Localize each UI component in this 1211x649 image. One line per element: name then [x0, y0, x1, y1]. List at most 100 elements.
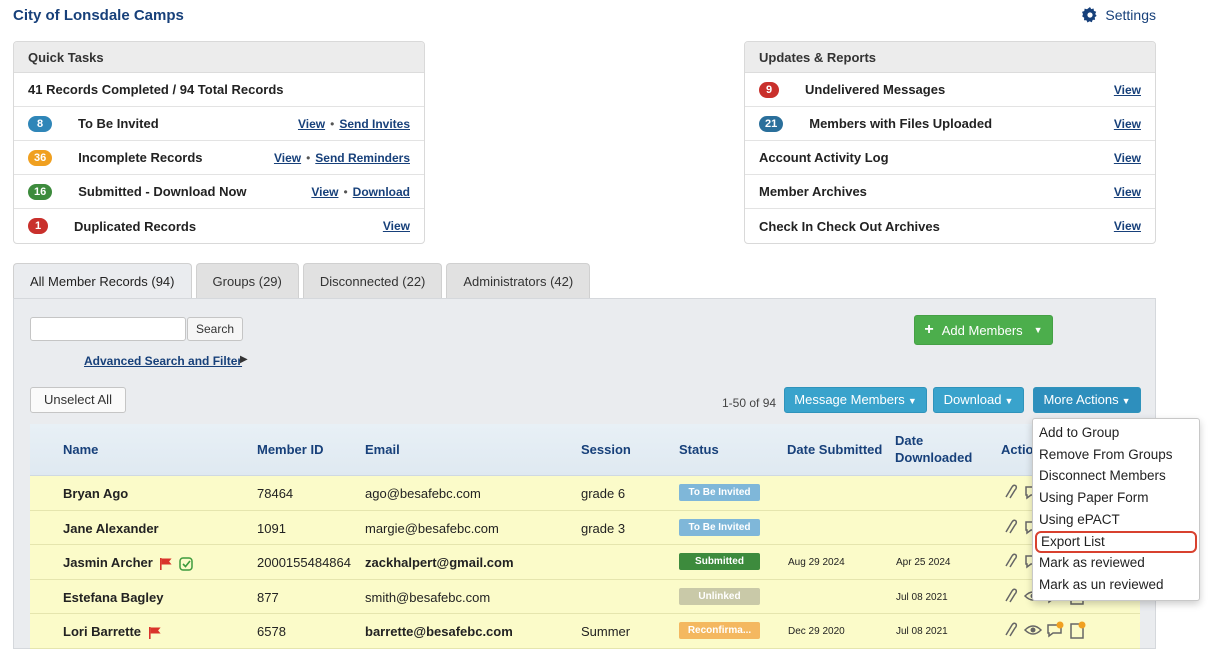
col-actions: Actio	[1001, 442, 1034, 457]
member-id: 877	[257, 589, 279, 605]
member-id: 78464	[257, 486, 294, 501]
view-link[interactable]: View	[1114, 219, 1141, 233]
download-button[interactable]: Download ▼	[933, 387, 1024, 413]
add-members-button[interactable]: + Add Members ▼	[914, 315, 1053, 345]
table-row[interactable]: Lori Barrette 6578 barrette@besafebc.com…	[30, 614, 1140, 649]
member-email: margie@besafebc.com	[365, 520, 499, 536]
menu-item-export-list[interactable]: Export List	[1035, 531, 1197, 554]
member-id: 1091	[257, 520, 286, 536]
table-row[interactable]: Jane Alexander 1091 margie@besafebc.com …	[30, 510, 1140, 545]
advanced-search-link[interactable]: Advanced Search and Filter	[84, 354, 242, 368]
search-input[interactable]	[30, 317, 186, 341]
tab-all-member-records[interactable]: All Member Records (94)	[13, 263, 192, 299]
status-badge: To Be Invited	[679, 484, 760, 501]
eye-icon[interactable]	[1023, 620, 1043, 640]
more-actions-button[interactable]: More Actions ▼	[1033, 387, 1141, 413]
status-badge: Unlinked	[679, 587, 760, 605]
member-name[interactable]: Lori Barrette	[63, 624, 141, 639]
settings-link[interactable]: Settings	[1082, 7, 1156, 23]
menu-item-mark-as-un-reviewed[interactable]: Mark as un reviewed	[1033, 575, 1199, 597]
menu-item-disconnect-members[interactable]: Disconnect Members	[1033, 466, 1199, 488]
report-row: 21 Members with Files Uploaded View	[745, 107, 1155, 141]
message-members-label: Message Members	[794, 392, 905, 407]
table-row[interactable]: Jasmin Archer 2000155484864 zackhalpert@…	[30, 545, 1140, 580]
date-downloaded: Apr 25 2024	[896, 557, 951, 568]
send-invites-link[interactable]: Send Invites	[339, 117, 410, 131]
quick-task-row: 16 Submitted - Download Now View • Downloa…	[14, 175, 424, 209]
col-email[interactable]: Email	[365, 442, 400, 457]
count-badge: 8	[28, 115, 52, 132]
quick-tasks-panel: Quick Tasks 41 Records Completed / 94 To…	[13, 41, 425, 244]
report-row: Member Archives View	[745, 175, 1155, 209]
quick-task-label: Submitted - Download Now	[78, 184, 247, 199]
triangle-right-icon: ▶	[240, 354, 248, 365]
paperclip-icon[interactable]	[1001, 586, 1021, 606]
flag-icon	[148, 626, 161, 639]
col-name[interactable]: Name	[63, 442, 98, 457]
clipboard-icon[interactable]	[1067, 620, 1087, 640]
updates-reports-title: Updates & Reports	[745, 42, 1155, 73]
paperclip-icon[interactable]	[1001, 620, 1021, 640]
download-label: Download	[943, 392, 1002, 407]
member-name[interactable]: Estefana Bagley	[63, 590, 163, 605]
col-member-id[interactable]: Member ID	[257, 442, 323, 457]
col-status[interactable]: Status	[679, 442, 719, 457]
menu-item-mark-as-reviewed[interactable]: Mark as reviewed	[1033, 553, 1199, 575]
add-members-label: Add Members	[941, 322, 1023, 338]
caret-down-icon: ▼	[1121, 396, 1131, 406]
table-row[interactable]: Estefana Bagley 877 smith@besafebc.com U…	[30, 579, 1140, 614]
menu-item-using-epact[interactable]: Using ePACT	[1033, 510, 1199, 532]
member-name[interactable]: Bryan Ago	[63, 486, 128, 501]
unselect-all-button[interactable]: Unselect All	[30, 387, 126, 413]
menu-item-using-paper-form[interactable]: Using Paper Form	[1033, 488, 1199, 510]
tab-disconnected[interactable]: Disconnected (22)	[302, 263, 443, 299]
caret-down-icon: ▼	[1033, 325, 1043, 335]
view-link[interactable]: View	[383, 219, 410, 233]
table-row[interactable]: Bryan Ago 78464 ago@besafebc.com grade 6…	[30, 476, 1140, 511]
member-name-cell[interactable]: Lori Barrette	[63, 624, 162, 639]
tab-administrators[interactable]: Administrators (42)	[446, 263, 591, 299]
menu-item-add-to-group[interactable]: Add to Group	[1033, 423, 1199, 445]
view-link[interactable]: View	[1114, 83, 1141, 97]
member-name-cell[interactable]: Jasmin Archer	[63, 555, 193, 571]
col-date-submitted[interactable]: Date Submitted	[787, 442, 882, 457]
col-session[interactable]: Session	[581, 442, 631, 457]
gear-icon	[1082, 7, 1098, 23]
pagination-text: 1-50 of 94	[722, 396, 777, 410]
member-name[interactable]: Jane Alexander	[63, 521, 159, 536]
view-link[interactable]: View	[311, 185, 338, 199]
paperclip-icon[interactable]	[1001, 551, 1021, 571]
records-summary: 41 Records Completed / 94 Total Records	[14, 73, 424, 107]
col-date-downloaded[interactable]: Date Downloaded	[895, 432, 979, 466]
member-email: zackhalpert@gmail.com	[365, 555, 514, 570]
view-link[interactable]: View	[298, 117, 325, 131]
date-submitted: Dec 29 2020	[788, 626, 845, 637]
report-row: Check In Check Out Archives View	[745, 209, 1155, 243]
more-actions-label: More Actions	[1043, 392, 1119, 407]
status-badge: Reconfirma...	[679, 622, 760, 639]
message-members-button[interactable]: Message Members ▼	[784, 387, 927, 413]
menu-item-remove-from-groups[interactable]: Remove From Groups	[1033, 445, 1199, 467]
record-tabs: All Member Records (94) Groups (29) Disc…	[13, 263, 591, 299]
report-label: Members with Files Uploaded	[809, 116, 993, 131]
member-session: grade 6	[581, 486, 626, 501]
view-link[interactable]: View	[1114, 151, 1141, 165]
report-label: Undelivered Messages	[805, 82, 946, 97]
report-label: Member Archives	[759, 184, 867, 199]
quick-task-row: 1 Duplicated Records View	[14, 209, 424, 243]
tab-groups[interactable]: Groups (29)	[195, 263, 299, 299]
paperclip-icon[interactable]	[1001, 482, 1021, 502]
comment-icon[interactable]	[1045, 620, 1065, 640]
view-link[interactable]: View	[1114, 185, 1141, 199]
search-button[interactable]: Search	[187, 317, 243, 341]
status-badge: To Be Invited	[679, 518, 760, 536]
send-reminders-link[interactable]: Send Reminders	[315, 151, 410, 165]
report-row: Account Activity Log View	[745, 141, 1155, 175]
view-link[interactable]: View	[1114, 117, 1141, 131]
member-name[interactable]: Jasmin Archer	[63, 555, 153, 570]
paperclip-icon[interactable]	[1001, 517, 1021, 537]
member-session: grade 3	[581, 520, 626, 536]
download-link[interactable]: Download	[353, 185, 410, 199]
view-link[interactable]: View	[274, 151, 301, 165]
settings-label: Settings	[1105, 7, 1156, 23]
